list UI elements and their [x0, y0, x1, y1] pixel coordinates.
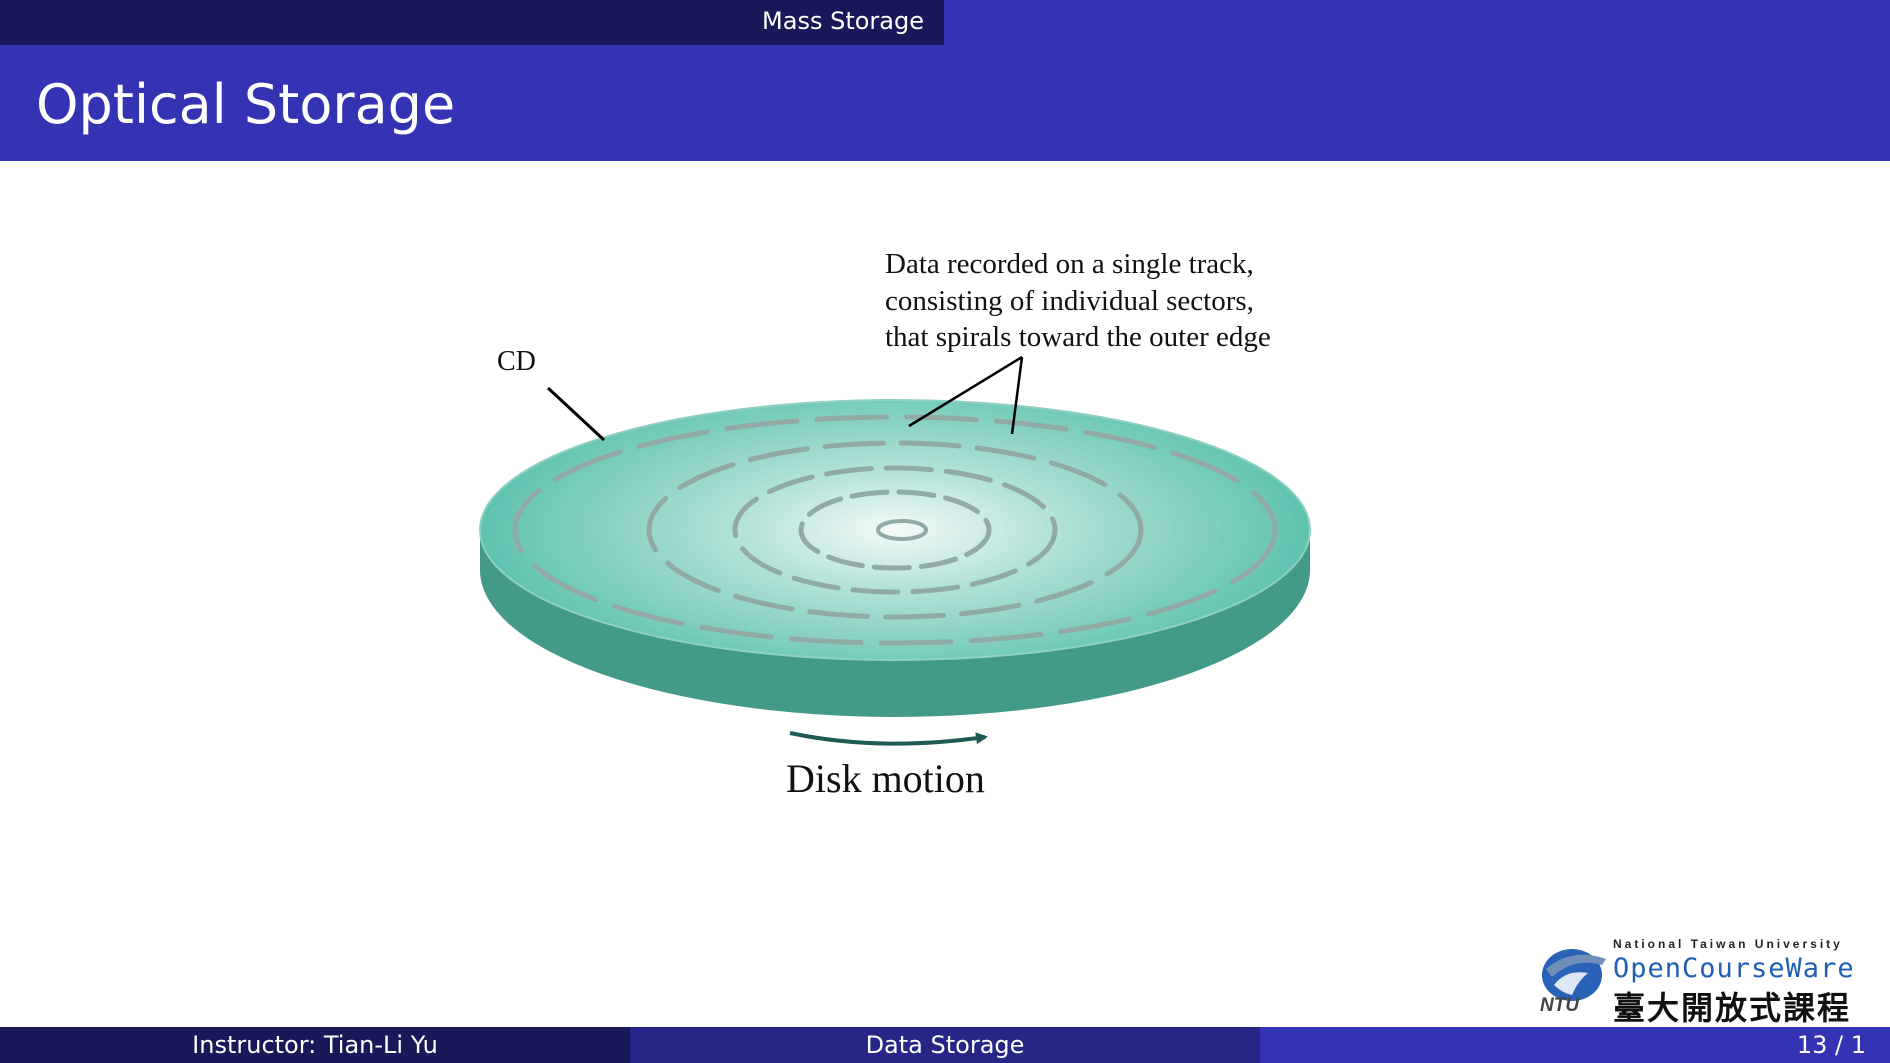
- logo-ntu: NTU: [1540, 995, 1580, 1016]
- cd-diagram: CD Data recorded on a single track, cons…: [479, 248, 1311, 801]
- annotation-line: consisting of individual sectors,: [885, 285, 1254, 317]
- disk-motion-arrow: [789, 731, 988, 746]
- cd-label: CD: [497, 346, 536, 377]
- logo-cjk: 臺大開放式課程: [1613, 989, 1852, 1027]
- footer-page: 13 / 1: [1260, 1027, 1890, 1063]
- logo-ocw: OpenCourseWare: [1613, 953, 1855, 984]
- ntu-ocw-logo: National Taiwan University OpenCourseWar…: [1530, 935, 1870, 1027]
- logo-university: National Taiwan University: [1613, 937, 1843, 951]
- footer-bar: Instructor: Tian-Li Yu Data Storage 13 /…: [0, 1027, 1890, 1063]
- cd-pointer: [546, 386, 606, 442]
- footer-course: Data Storage: [630, 1027, 1260, 1063]
- annotation-line: that spirals toward the outer edge: [885, 321, 1271, 353]
- footer-instructor: Instructor: Tian-Li Yu: [0, 1027, 630, 1063]
- disk-motion-label: Disk motion: [786, 756, 985, 801]
- annotation-line: Data recorded on a single track,: [885, 248, 1254, 280]
- page-number: 13 / 1: [1796, 1031, 1866, 1059]
